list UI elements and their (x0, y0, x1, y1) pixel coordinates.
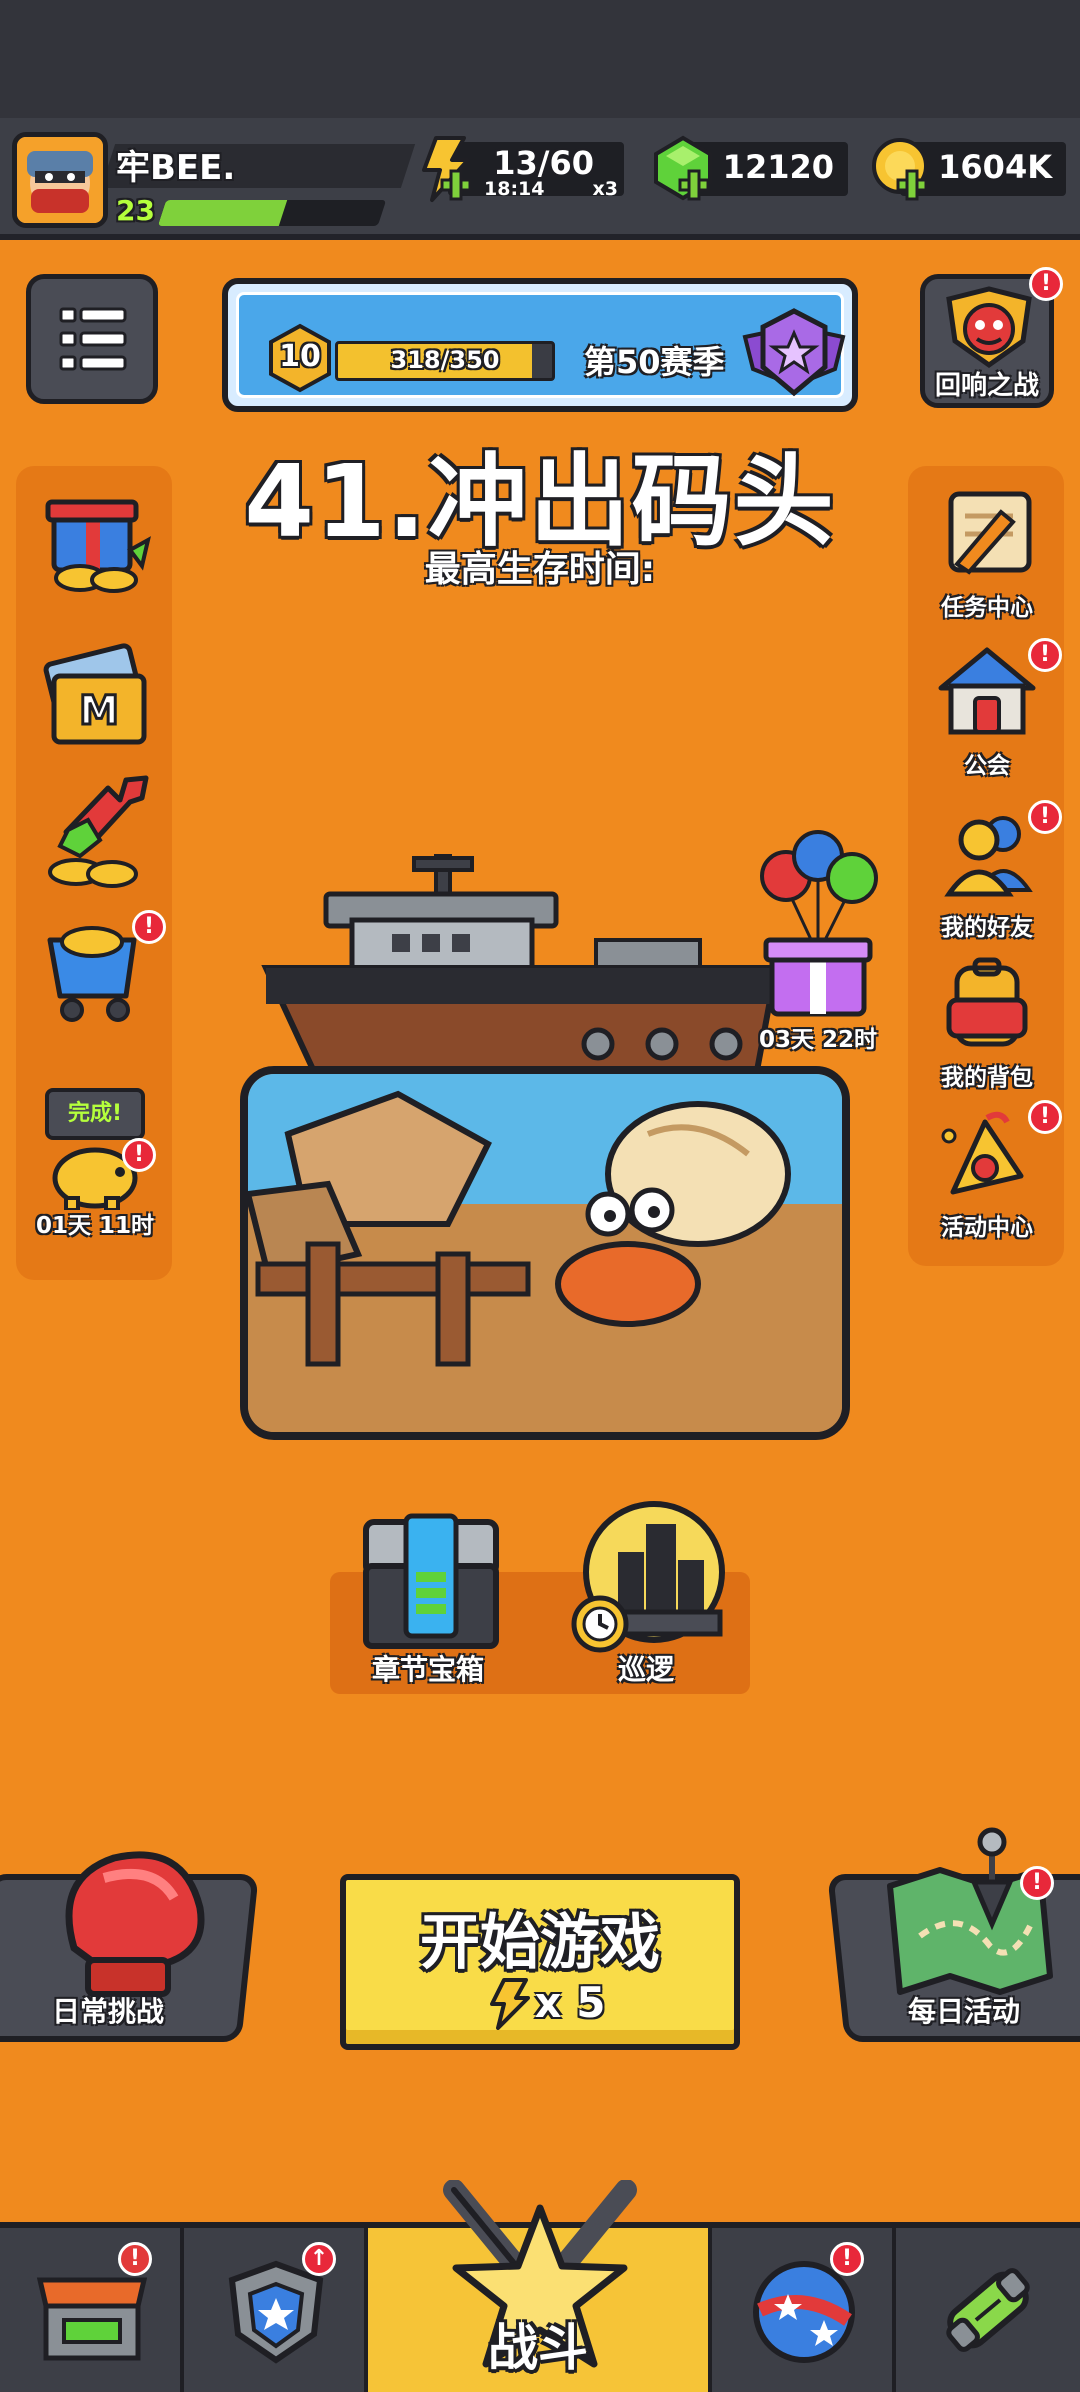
treasure-map-icon (887, 1827, 1053, 1995)
daily-challenge-label: 日常挑战 (52, 1995, 165, 2028)
task-center-button[interactable]: 任务中心 (912, 486, 1062, 622)
start-cost: x 5 (534, 1978, 606, 2027)
dna-capsule-icon (946, 2268, 1030, 2352)
gold-coin-icon[interactable] (866, 134, 936, 204)
friends-label: 我的好友 (941, 915, 1033, 941)
chapter-chest-icon (363, 1513, 499, 1649)
season-xp-text: 318/350 (390, 346, 500, 374)
monthly-card-icon: M (43, 643, 147, 745)
friends-button[interactable]: ! 我的好友 (912, 800, 1062, 942)
gold-value: 1604K (938, 148, 1052, 186)
bottom-navigation: ! ↑ 战斗 ! (0, 2180, 1080, 2392)
stage-preview-card[interactable] (240, 1066, 850, 1440)
menu-list-icon (59, 307, 127, 371)
start-game-button[interactable]: 开始游戏 x 5 (340, 1874, 740, 2050)
event-center-alert-badge: ! (1028, 1100, 1062, 1134)
piggy-timer: 01天 11时 (35, 1213, 155, 1239)
daily-activity-alert-badge: ! (1020, 1866, 1054, 1900)
patrol-city-icon (571, 1501, 725, 1653)
season-xp-bar: 318/350 (335, 341, 555, 381)
guild-button[interactable]: ! 公会 (912, 638, 1062, 780)
patrol-button[interactable] (568, 1500, 734, 1660)
nav-tab-evolution[interactable] (896, 2228, 1080, 2392)
equipment-upgrade-badge: ↑ (302, 2242, 336, 2276)
player-name: 牢BEE. (116, 148, 236, 188)
nav-tab-skills[interactable]: ! (712, 2228, 896, 2392)
scroll-quill-icon (948, 491, 1032, 575)
top-resource-bar: 牢BEE. 23 13/60 18:14 x3 12120 1604K (0, 118, 1080, 240)
gift-box-icon (45, 499, 151, 593)
season-level: 10 (279, 339, 321, 374)
echo-battle-button[interactable]: ! 回响之战 (920, 267, 1063, 408)
chapter-chest-button[interactable] (356, 1502, 506, 1652)
season-name: 第50赛季 (584, 343, 725, 381)
energy-value: 13/60 (493, 144, 594, 182)
player-xp-bar (157, 200, 387, 226)
skills-alert-badge: ! (830, 2242, 864, 2276)
guild-alert-badge: ! (1028, 638, 1062, 672)
piggy-complete-bubble: 完成! (45, 1088, 145, 1140)
piggy-bank-button[interactable]: 完成! ! 01天 11时 (20, 1088, 170, 1240)
piggy-alert-badge: ! (122, 1138, 156, 1172)
nav-tab-equipment[interactable]: ↑ (184, 2228, 368, 2392)
status-bar (0, 0, 1080, 118)
chapter-chest-label: 章节宝箱 (372, 1653, 485, 1686)
balloon-gift-icon (760, 830, 878, 1017)
guild-label: 公会 (964, 753, 1010, 779)
balloon-gift-button[interactable]: 03天 22时 (748, 826, 888, 1054)
energy-multiplier: x3 (592, 178, 618, 200)
echo-battle-label: 回响之战 (934, 371, 1039, 401)
avatar[interactable] (12, 132, 108, 228)
gift-timer: 03天 22时 (758, 1027, 878, 1053)
friends-alert-badge: ! (1028, 800, 1062, 834)
nav-battle-label: 战斗 (488, 2319, 588, 2377)
shop-gift-badge: ! (118, 2242, 152, 2276)
season-emblem-icon (742, 308, 846, 397)
patrol-label: 巡逻 (618, 1653, 675, 1686)
season-inner: 10 318/350 第50赛季 (236, 292, 846, 398)
svg-text:M: M (79, 688, 119, 734)
boxing-glove-icon (65, 1851, 205, 1997)
lightning-icon[interactable] (410, 134, 480, 204)
nav-tab-shop[interactable]: ! (0, 2228, 184, 2392)
backpack-button[interactable]: 我的背包 (912, 956, 1062, 1092)
shop-cart-button[interactable]: ! (20, 910, 170, 1038)
demon-helmet-icon (946, 286, 1032, 369)
ninja-avatar-icon (17, 137, 103, 223)
gem-icon[interactable] (648, 134, 718, 204)
shop-cart-alert-badge: ! (132, 910, 166, 944)
gem-value: 12120 (722, 148, 834, 186)
player-level: 23 (116, 194, 155, 227)
start-game-label: 开始游戏 (420, 1908, 660, 1978)
season-pass-banner[interactable]: 10 318/350 第50赛季 (222, 278, 858, 412)
monthly-card-button[interactable]: M (20, 636, 170, 760)
backpack-icon (946, 957, 1028, 1047)
task-center-label: 任务中心 (941, 595, 1033, 621)
dock-scene-illustration (248, 1074, 842, 1432)
player-xp-fill (157, 200, 288, 226)
gift-box-button[interactable] (20, 480, 170, 604)
echo-battle-alert-badge: ! (1029, 267, 1063, 301)
daily-activity-label: 每日活动 (908, 1995, 1021, 2028)
energy-timer: 18:14 (484, 178, 545, 200)
nav-tab-battle[interactable]: 战斗 (368, 2180, 712, 2392)
event-center-label: 活动中心 (941, 1215, 1033, 1241)
backpack-label: 我的背包 (941, 1065, 1033, 1091)
menu-button[interactable] (26, 274, 158, 404)
growth-fund-button[interactable] (20, 770, 170, 898)
growth-arrow-icon (48, 775, 149, 888)
event-center-button[interactable]: ! 活动中心 (912, 1100, 1062, 1242)
